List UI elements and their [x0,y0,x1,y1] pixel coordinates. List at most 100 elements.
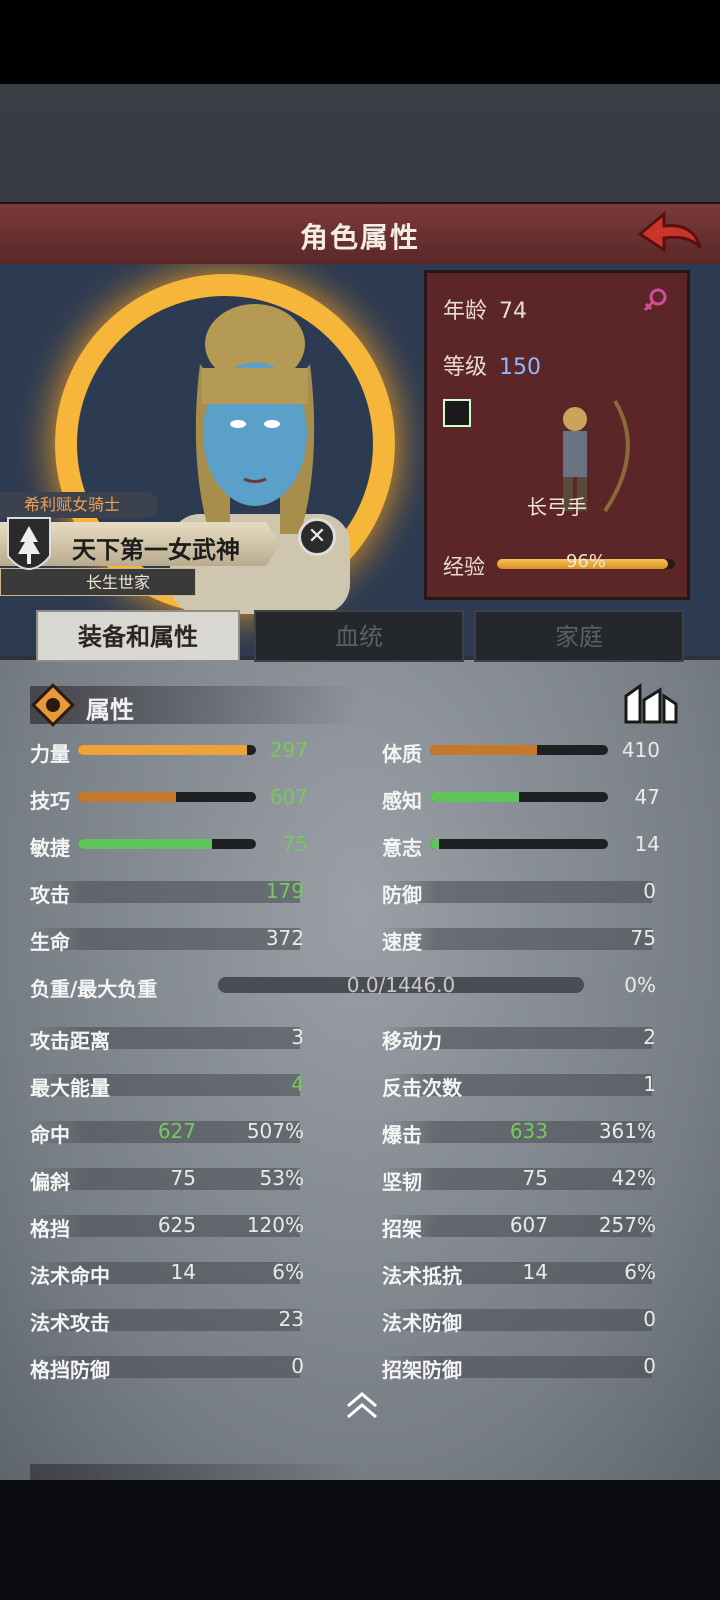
info-panel: 年龄 74 等级 150 长弓手 经验 96% [424,270,690,600]
stat-value: 47 [634,785,660,809]
stat-bar [78,745,256,755]
stat-row: 生命 372 [30,924,310,954]
stat-percent: 6% [624,1260,656,1284]
character-title: 希利赋女骑士 [0,492,158,518]
stat-value: 75 [170,1166,196,1190]
stat-value: 1 [643,1072,656,1096]
stat-row: 命中 627 507% [30,1117,310,1147]
tab-bloodline[interactable]: 血统 [254,610,464,662]
stat-row: 力量 297 [30,736,310,766]
stat-value: 14 [170,1260,196,1284]
stat-bar [430,792,608,802]
stat-value: 2 [643,1025,656,1049]
stat-label: 爆击 [382,1123,422,1147]
stat-bar-fill [430,745,537,755]
status-bar [0,0,720,84]
stat-label: 力量 [30,742,70,766]
stat-bar [78,792,256,802]
weight-row: 负重/最大负重 0.0/1446.0 0% [30,971,670,1001]
stat-label: 坚韧 [382,1170,422,1194]
age-label: 年龄 [443,299,488,324]
stat-percent: 53% [259,1166,304,1190]
stat-bar-fill [430,839,439,849]
stat-row: 爆击 633 361% [382,1117,662,1147]
stat-label: 感知 [382,789,422,813]
stat-percent: 257% [598,1213,656,1237]
stat-row: 攻击距离 3 [30,1023,310,1053]
stat-row: 法术攻击 23 [30,1305,310,1335]
weight-value: 0.0/1446.0 [346,973,456,997]
stat-row: 攻击 179 [30,877,310,907]
stat-label: 最大能量 [30,1076,110,1100]
stat-label: 体质 [382,742,422,766]
back-arrow-icon[interactable] [634,208,704,262]
stat-bar-fill [78,839,212,849]
stat-value: 633 [509,1119,548,1143]
stat-row: 坚韧 75 42% [382,1164,662,1194]
stat-row: 法术防御 0 [382,1305,662,1335]
attributes-panel: 属性 力量 297 体质 410 技巧 607 感知 47 敏捷 75 意志 14 攻击 179 防御 0 生命… [0,660,720,1480]
stat-label: 招架 [382,1217,422,1241]
stat-label: 攻击距离 [30,1029,110,1053]
stat-row: 防御 0 [382,877,662,907]
level-label: 等级 [443,355,488,380]
stat-row: 移动力 2 [382,1023,662,1053]
stat-value: 410 [621,738,660,762]
stat-label: 意志 [382,836,422,860]
stat-bar [430,745,608,755]
stat-label: 移动力 [382,1029,442,1053]
stat-label: 技巧 [30,789,70,813]
stat-label: 法术命中 [30,1264,110,1288]
stat-value: 4 [291,1072,304,1096]
stat-value: 3 [291,1025,304,1049]
stat-value: 14 [522,1260,548,1284]
stat-value: 607 [509,1213,548,1237]
stat-row: 敏捷 75 [30,830,310,860]
stat-percent: 6% [272,1260,304,1284]
stat-row: 法术抵抗 14 6% [382,1258,662,1288]
page-title: 角色属性 [299,221,420,254]
stat-value: 14 [634,832,660,856]
stat-value: 75 [522,1166,548,1190]
section-header: 属性 [30,683,360,727]
level-value: 150 [499,355,542,380]
stat-value: 625 [157,1213,196,1237]
stat-label: 攻击 [30,883,70,907]
stat-value: 372 [265,926,304,950]
next-section-header [30,1464,360,1480]
character-name: 天下第一女武神 [72,536,240,564]
stat-value: 297 [269,738,308,762]
stat-row: 格挡 625 120% [30,1211,310,1241]
exp-percent: 96% [565,551,606,572]
section-title: 属性 [86,696,134,724]
age-value: 74 [499,299,528,324]
female-icon [643,288,667,312]
close-icon[interactable]: ✕ [298,518,336,556]
attribute-icon [31,683,75,727]
stat-value: 0 [643,1307,656,1331]
stat-row: 意志 14 [382,830,662,860]
stat-bar-fill [430,792,519,802]
stat-label: 法术抵抗 [382,1264,462,1288]
stat-bar-fill [78,745,248,755]
compare-icon[interactable] [622,682,678,726]
bottom-bar [0,1480,720,1600]
stat-label: 偏斜 [30,1170,70,1194]
collapse-chevron-icon[interactable] [342,1390,382,1420]
stat-row: 招架 607 257% [382,1211,662,1241]
stat-value: 75 [630,926,656,950]
tab-bar: 装备和属性 血统 家庭 [36,610,692,664]
level-row: 等级 150 [443,349,541,381]
stat-percent: 361% [598,1119,656,1143]
stat-bar [430,839,608,849]
stat-row: 招架防御 0 [382,1352,662,1382]
tab-equipment[interactable]: 装备和属性 [36,610,240,662]
stat-label: 速度 [382,930,422,954]
tab-family[interactable]: 家庭 [474,610,684,662]
stat-percent: 120% [246,1213,304,1237]
stat-label: 格挡防御 [30,1358,110,1382]
stat-row: 偏斜 75 53% [30,1164,310,1194]
stat-label: 敏捷 [30,836,70,860]
stat-label: 法术攻击 [30,1311,110,1335]
stat-row: 感知 47 [382,783,662,813]
